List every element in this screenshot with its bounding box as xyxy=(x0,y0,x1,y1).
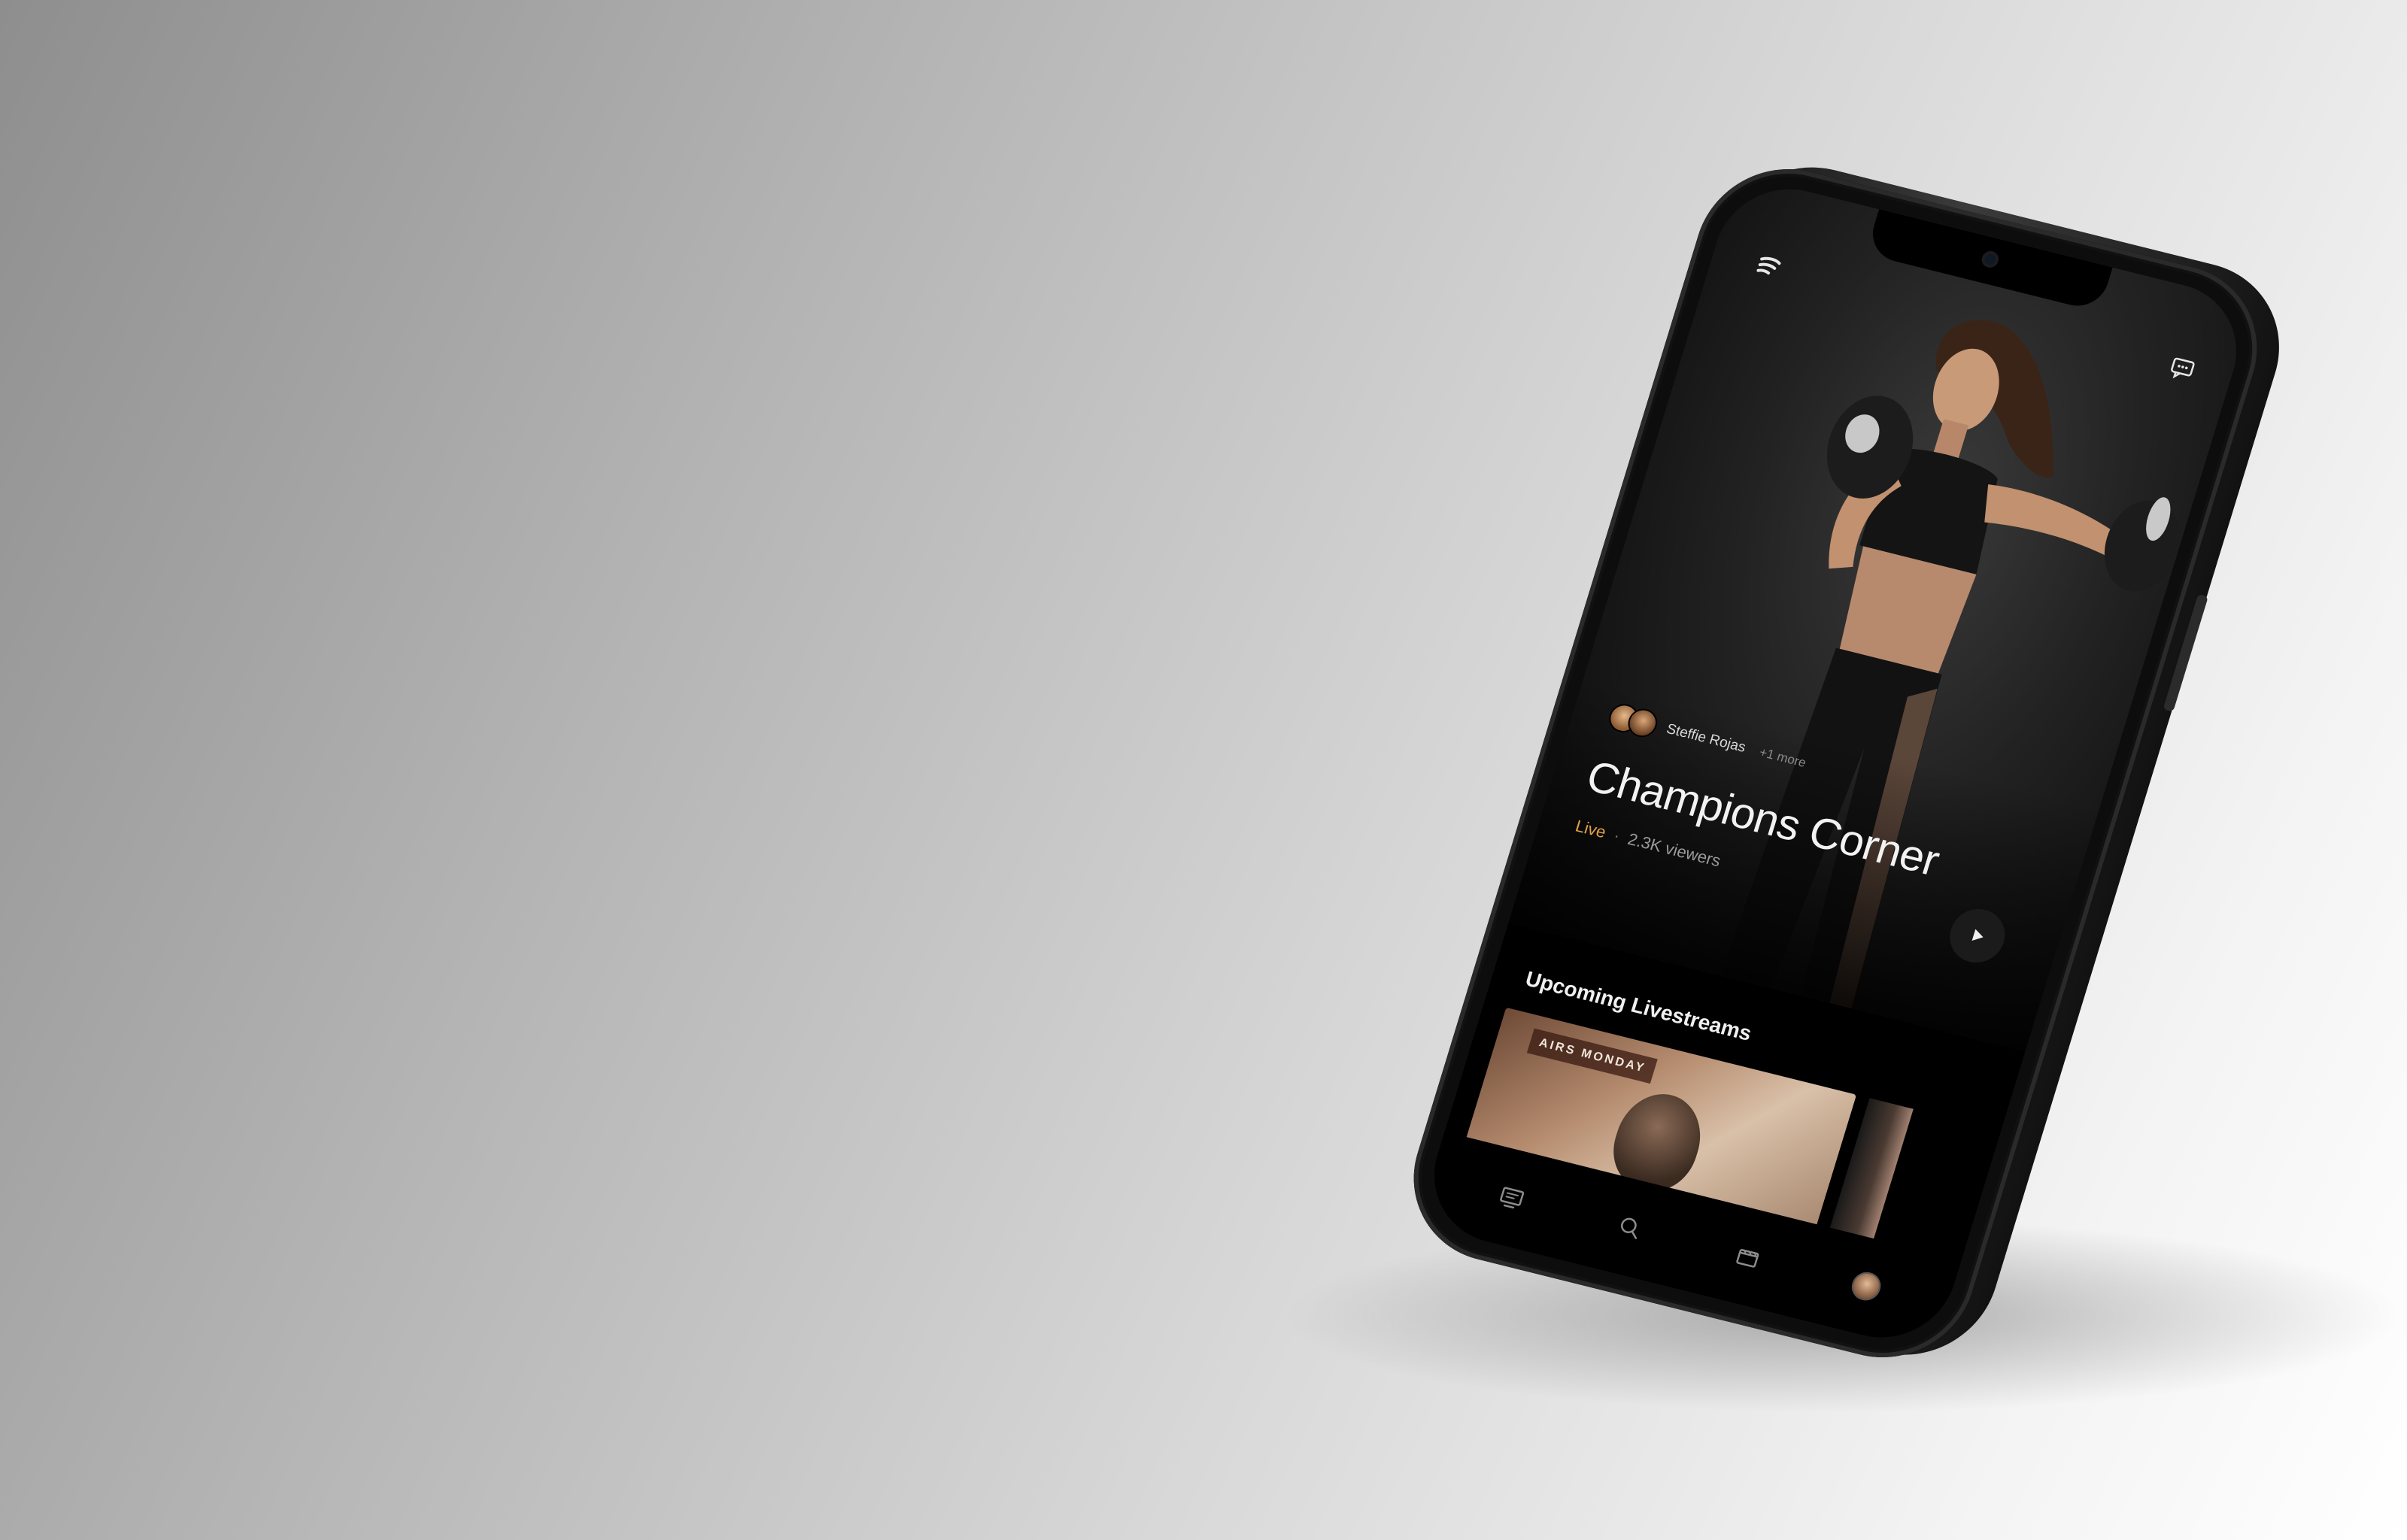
separator-dot: · xyxy=(1611,826,1622,845)
phone-mockup: Steffie Rojas +1 more Champions Corner L… xyxy=(1392,148,2302,1376)
tab-tv[interactable] xyxy=(1483,1171,1540,1225)
phone-screen: Steffie Rojas +1 more Champions Corner L… xyxy=(1416,174,2254,1353)
tab-search[interactable] xyxy=(1601,1200,1659,1254)
tab-profile[interactable] xyxy=(1838,1260,1895,1314)
clapperboard-icon xyxy=(1736,1248,1759,1268)
tv-icon xyxy=(1500,1187,1525,1209)
profile-avatar xyxy=(1848,1269,1885,1304)
tab-library[interactable] xyxy=(1720,1229,1777,1284)
airs-badge: AIRS MONDAY xyxy=(1526,1028,1659,1084)
search-icon xyxy=(1620,1217,1638,1239)
host-more-count: +1 more xyxy=(1757,744,1808,771)
play-icon xyxy=(1971,929,1984,941)
front-camera xyxy=(1980,249,2001,270)
hero-banner[interactable]: Steffie Rojas +1 more Champions Corner L… xyxy=(1508,174,2254,1052)
